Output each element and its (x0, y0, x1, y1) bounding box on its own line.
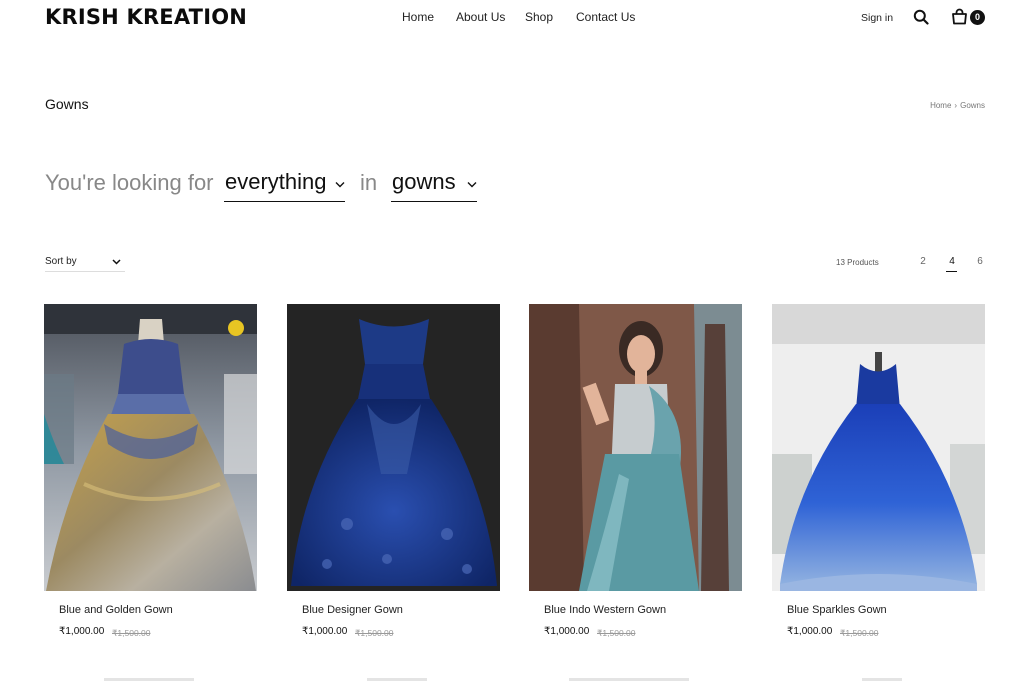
breadcrumb: Home › Gowns (930, 101, 985, 110)
product-price: ₹1,000.00 (59, 626, 105, 637)
site-header: KRISH KREATION Home About Us Shop Contac… (0, 0, 1030, 36)
search-icon[interactable] (913, 9, 929, 25)
cart-count-badge: 0 (970, 10, 985, 25)
active-column-indicator (946, 271, 957, 272)
product-card[interactable]: Blue Designer Gown ₹1,000.00 ₹1,500.00 (287, 304, 500, 638)
product-old-price: ₹1,500.00 (597, 628, 636, 638)
product-price: ₹1,000.00 (544, 626, 590, 637)
breadcrumb-home[interactable]: Home (930, 101, 951, 110)
product-count: 13 Products (836, 258, 879, 267)
grid-columns-6[interactable]: 6 (975, 256, 985, 267)
next-row-hint (287, 678, 500, 682)
breadcrumb-current: Gowns (960, 101, 985, 110)
shopping-bag-icon[interactable] (951, 8, 968, 25)
next-row-hint (44, 678, 257, 682)
filter-joiner: in (360, 170, 378, 195)
sign-in-link[interactable]: Sign in (861, 12, 893, 24)
collection-dropdown[interactable]: gowns (391, 168, 477, 202)
sort-by-select[interactable]: Sort by (45, 254, 125, 272)
product-card[interactable]: Blue and Golden Gown ₹1,000.00 ₹1,500.00 (44, 304, 257, 638)
next-row-hint (529, 678, 742, 682)
grid-columns-4[interactable]: 4 (947, 256, 957, 267)
product-old-price: ₹1,500.00 (840, 628, 879, 638)
nav-home[interactable]: Home (402, 10, 434, 24)
product-name[interactable]: Blue and Golden Gown (59, 604, 173, 616)
product-image[interactable] (287, 304, 500, 591)
chevron-down-icon (467, 182, 477, 188)
chevron-down-icon (335, 182, 345, 188)
product-price: ₹1,000.00 (302, 626, 348, 637)
product-name[interactable]: Blue Indo Western Gown (544, 604, 666, 616)
product-image[interactable] (44, 304, 257, 591)
product-old-price: ₹1,500.00 (112, 628, 151, 638)
collection-dropdown-value: gowns (392, 169, 456, 194)
product-card[interactable]: Blue Indo Western Gown ₹1,000.00 ₹1,500.… (529, 304, 742, 638)
filter-prefix: You're looking for (45, 170, 214, 195)
page-title: Gowns (45, 96, 89, 112)
nav-contact-us[interactable]: Contact Us (576, 10, 635, 24)
product-image[interactable] (772, 304, 985, 591)
grid-columns-2[interactable]: 2 (918, 256, 928, 267)
nav-about-us[interactable]: About Us (456, 10, 505, 24)
next-row-hint (772, 678, 985, 682)
product-image[interactable] (529, 304, 742, 591)
product-name[interactable]: Blue Designer Gown (302, 604, 403, 616)
category-dropdown-value: everything (225, 169, 327, 194)
product-old-price: ₹1,500.00 (355, 628, 394, 638)
category-dropdown[interactable]: everything (224, 168, 345, 202)
nav-shop[interactable]: Shop (525, 10, 553, 24)
product-name[interactable]: Blue Sparkles Gown (787, 604, 887, 616)
product-card[interactable]: Blue Sparkles Gown ₹1,000.00 ₹1,500.00 (772, 304, 985, 638)
sort-by-label: Sort by (45, 256, 77, 267)
product-price: ₹1,000.00 (787, 626, 833, 637)
breadcrumb-separator: › (954, 101, 958, 110)
chevron-down-icon (112, 259, 121, 265)
